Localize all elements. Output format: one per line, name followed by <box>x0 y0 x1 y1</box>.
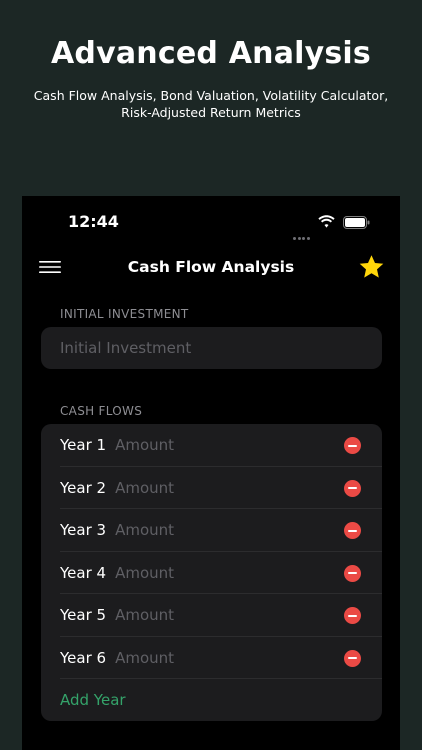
cash-flow-row: Year 5 <box>41 594 382 637</box>
remove-year-button[interactable] <box>344 437 361 454</box>
remove-year-button[interactable] <box>344 564 361 582</box>
cash-flow-row: Year 2 <box>41 467 382 509</box>
add-year-button[interactable]: Add Year <box>41 679 382 721</box>
amount-input[interactable] <box>115 563 296 582</box>
year-label: Year 4 <box>60 563 107 582</box>
status-time: 12:44 <box>68 212 119 231</box>
amount-input[interactable] <box>115 521 296 540</box>
amount-input[interactable] <box>115 606 296 625</box>
cash-flows-label: CASH FLOWS <box>60 404 143 418</box>
amount-input[interactable] <box>115 436 296 455</box>
promo-title: Advanced Analysis <box>51 36 371 71</box>
row-divider <box>60 678 382 679</box>
initial-investment-field <box>41 327 382 369</box>
cash-flows-list: Year 1 Year 2 Year 3 Year 4 Year 5 <box>41 424 382 721</box>
year-label: Year 1 <box>60 436 107 455</box>
wifi-icon <box>318 215 335 228</box>
nav-title: Cash Flow Analysis <box>127 258 295 276</box>
cash-flow-row: Year 4 <box>41 552 382 594</box>
year-label: Year 2 <box>60 478 107 497</box>
phone-screen: 12:44 Cash Flow Analysis INITIAL INVESTM… <box>22 196 400 750</box>
remove-year-button[interactable] <box>344 649 361 667</box>
cash-flow-row: Year 1 <box>41 424 382 467</box>
promo-subtitle: Cash Flow Analysis, Bond Valuation, Vola… <box>33 88 389 120</box>
cellular-dots-icon <box>293 225 311 244</box>
initial-investment-label: INITIAL INVESTMENT <box>60 307 189 321</box>
remove-year-button[interactable] <box>344 479 361 497</box>
star-icon[interactable] <box>358 254 385 280</box>
year-label: Year 6 <box>60 648 107 667</box>
initial-investment-input[interactable] <box>60 327 360 369</box>
battery-icon <box>343 216 370 229</box>
cash-flow-row: Year 6 <box>41 637 382 679</box>
year-label: Year 5 <box>60 606 107 625</box>
amount-input[interactable] <box>115 478 296 497</box>
amount-input[interactable] <box>115 648 296 667</box>
year-label: Year 3 <box>60 521 107 540</box>
remove-year-button[interactable] <box>344 607 361 624</box>
remove-year-button[interactable] <box>344 522 361 539</box>
cash-flow-row: Year 3 <box>41 509 382 552</box>
